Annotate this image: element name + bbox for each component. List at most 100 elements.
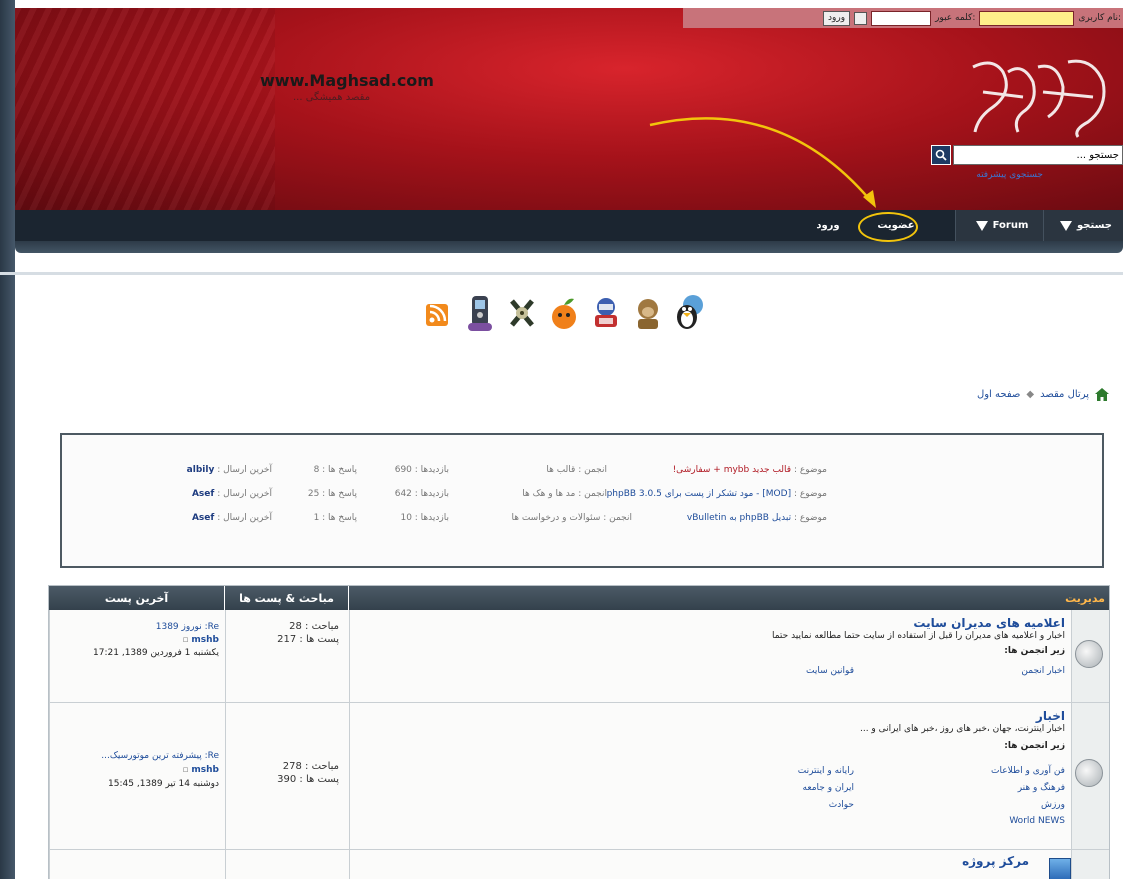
forum-link[interactable]: قالب ها bbox=[546, 465, 575, 475]
topic-prefix: موضوع : bbox=[793, 513, 827, 523]
subforum-link[interactable]: رایانه و اینترنت bbox=[798, 766, 854, 776]
topic-prefix: موضوع : bbox=[793, 465, 827, 475]
phone-icon[interactable] bbox=[463, 292, 497, 334]
category-header[interactable]: مدیریت bbox=[349, 586, 1109, 610]
forum-read-icon bbox=[1075, 640, 1103, 668]
latest-topic-1: موضوع : [MOD] - مود تشکر از پست برای php… bbox=[607, 489, 827, 503]
breadcrumb-bar bbox=[48, 369, 1110, 417]
forum-desc: اخبار اینترنت، جهان ،خبر های روز ،خبر ها… bbox=[859, 724, 1065, 734]
subforum-link[interactable]: حوادث bbox=[829, 800, 854, 810]
last-user[interactable]: albily bbox=[187, 465, 215, 475]
advanced-search-link[interactable]: جستجوی پیشرفته bbox=[976, 170, 1043, 180]
latest-forum-0: انجمن : قالب ها bbox=[546, 465, 607, 479]
site-url[interactable]: www.Maghsad.com bbox=[260, 71, 434, 90]
forum-link[interactable]: مد ها و هک ها bbox=[522, 489, 575, 499]
annotation-arrow-icon bbox=[649, 117, 876, 208]
latest-views-1: بازدیدها : 642 bbox=[394, 489, 449, 499]
latest-last-0: آخرین ارسال : albily bbox=[187, 465, 272, 479]
film-reel-icon[interactable] bbox=[505, 292, 539, 334]
nav-forum-label: Forum bbox=[992, 220, 1029, 231]
forum-title[interactable]: مرکز پروژه bbox=[962, 854, 1029, 868]
breadcrumb-home[interactable]: صفحه اول bbox=[977, 389, 1020, 400]
last-post-user[interactable]: mshb ▫ bbox=[182, 765, 219, 775]
monkey-icon[interactable] bbox=[631, 292, 665, 334]
last-post-title[interactable]: Re: پیشرفته ترین موتورسیک... bbox=[101, 751, 219, 761]
posts-count: پست ها : 390 bbox=[277, 774, 339, 785]
forum-title[interactable]: اعلامیه های مدیران سایت bbox=[913, 616, 1065, 630]
nav-search-label: جستجو bbox=[1077, 220, 1112, 231]
latest-replies-0: پاسخ ها : 8 bbox=[313, 465, 357, 475]
forum-title[interactable]: اخبار bbox=[1036, 709, 1065, 723]
linux-tux-icon[interactable] bbox=[673, 292, 707, 334]
search-button[interactable] bbox=[931, 145, 951, 165]
fruit-icon[interactable] bbox=[547, 292, 581, 334]
forum-read-icon bbox=[1075, 759, 1103, 787]
username-label: نام کاربری: bbox=[1078, 13, 1121, 23]
nav-search[interactable]: جستجو bbox=[1043, 210, 1123, 241]
row3-stats-cell bbox=[225, 850, 349, 879]
topic-prefix: موضوع : bbox=[793, 489, 827, 499]
latest-topics-box: موضوع : قالب جدید mybb + سفارشی! انجمن :… bbox=[60, 433, 1104, 568]
topic-link[interactable]: [MOD] - مود تشکر از پست برای phpBB 3.0.5 bbox=[607, 489, 792, 499]
home-icon[interactable] bbox=[1095, 388, 1109, 401]
latest-views-2: بازدیدها : 10 bbox=[400, 513, 449, 523]
forum-prefix: انجمن : bbox=[578, 465, 607, 475]
last-post-title[interactable]: Re: نوروز 1389 bbox=[156, 622, 219, 632]
password-input[interactable] bbox=[871, 10, 932, 26]
breadcrumb-separator-icon: ◆ bbox=[1026, 389, 1035, 400]
login-bar: نام کاربری: کلمه عبور: ورود bbox=[683, 8, 1123, 28]
row3-icon-cell bbox=[1071, 850, 1109, 879]
subforums-label: زیر انجمن ها: bbox=[1004, 646, 1065, 656]
nav-bottom-edge bbox=[15, 241, 1123, 253]
last-post-user[interactable]: mshb ▫ bbox=[182, 635, 219, 645]
subforum-link[interactable]: ایران و جامعه bbox=[803, 783, 854, 793]
rss-icon[interactable] bbox=[421, 292, 455, 334]
latest-topic-0: موضوع : قالب جدید mybb + سفارشی! bbox=[673, 465, 827, 479]
latest-forum-2: انجمن : سئوالات و درخواست ها bbox=[511, 513, 632, 527]
separator bbox=[0, 272, 1123, 275]
last-user[interactable]: Asef bbox=[192, 513, 214, 523]
site-slogan: مقصد همیشگی ... bbox=[293, 92, 371, 103]
latest-last-2: آخرین ارسال : Asef bbox=[192, 513, 272, 527]
subforum-link[interactable]: قوانین سایت bbox=[806, 666, 854, 676]
latest-replies-2: پاسخ ها : 1 bbox=[313, 513, 357, 523]
last-label: آخرین ارسال : bbox=[217, 513, 272, 523]
subforum-link[interactable]: ورزش bbox=[1041, 800, 1065, 810]
search-input[interactable] bbox=[953, 145, 1123, 165]
latest-last-1: آخرین ارسال : Asef bbox=[192, 489, 272, 503]
forum-desc: اخبار و اعلامیه های مدیران را قبل از است… bbox=[771, 631, 1065, 641]
topic-link[interactable]: قالب جدید mybb + سفارشی! bbox=[673, 465, 792, 475]
latest-forum-1: انجمن : مد ها و هک ها bbox=[522, 489, 607, 503]
subforum-link[interactable]: فرهنگ و هنر bbox=[1018, 783, 1065, 793]
search-box bbox=[931, 145, 1123, 165]
username-input[interactable] bbox=[979, 10, 1075, 26]
last-post-date: دوشنبه 14 تیر 1389, 15:45 bbox=[108, 779, 219, 789]
latest-views-0: بازدیدها : 690 bbox=[394, 465, 449, 475]
topic-link[interactable]: تبدیل phpBB به vBulletin bbox=[687, 513, 791, 523]
latest-topic-2: موضوع : تبدیل phpBB به vBulletin bbox=[687, 513, 827, 527]
last-post-date: یکشنبه 1 فروردین 1389, 17:21 bbox=[93, 648, 219, 658]
topics-count: مباحث : 28 bbox=[289, 621, 339, 632]
row2-last-cell bbox=[49, 703, 225, 850]
main-nav: جستجو Forum عضویت ورود bbox=[15, 210, 1123, 241]
forum-prefix: انجمن : bbox=[603, 513, 632, 523]
forum-link[interactable]: سئوالات و درخواست ها bbox=[511, 513, 600, 523]
last-label: آخرین ارسال : bbox=[217, 465, 272, 475]
icons-row bbox=[421, 292, 707, 334]
site-logo[interactable] bbox=[963, 52, 1113, 142]
robot-icon[interactable] bbox=[589, 292, 623, 334]
remember-checkbox[interactable] bbox=[854, 11, 868, 25]
login-button[interactable]: ورود bbox=[823, 10, 851, 26]
forum-table: آخرین پست مباحث & پست ها مدیریت اعلامیه … bbox=[48, 585, 1110, 879]
last-user[interactable]: Asef bbox=[192, 489, 214, 499]
subforums-label: زیر انجمن ها: bbox=[1004, 741, 1065, 751]
subforum-link[interactable]: اخبار انجمن bbox=[1021, 666, 1065, 676]
breadcrumb-portal[interactable]: پرتال مقصد bbox=[1040, 389, 1089, 400]
subforum-link[interactable]: فن آوری و اطلاعات bbox=[991, 766, 1065, 776]
col-topics-header: مباحث & پست ها bbox=[225, 586, 348, 610]
subforum-link[interactable]: World NEWS bbox=[1009, 816, 1065, 826]
dropdown-arrow-icon bbox=[1060, 220, 1073, 231]
row3-last-cell bbox=[49, 850, 225, 879]
latest-replies-1: پاسخ ها : 25 bbox=[307, 489, 357, 499]
nav-forum[interactable]: Forum bbox=[955, 210, 1043, 241]
